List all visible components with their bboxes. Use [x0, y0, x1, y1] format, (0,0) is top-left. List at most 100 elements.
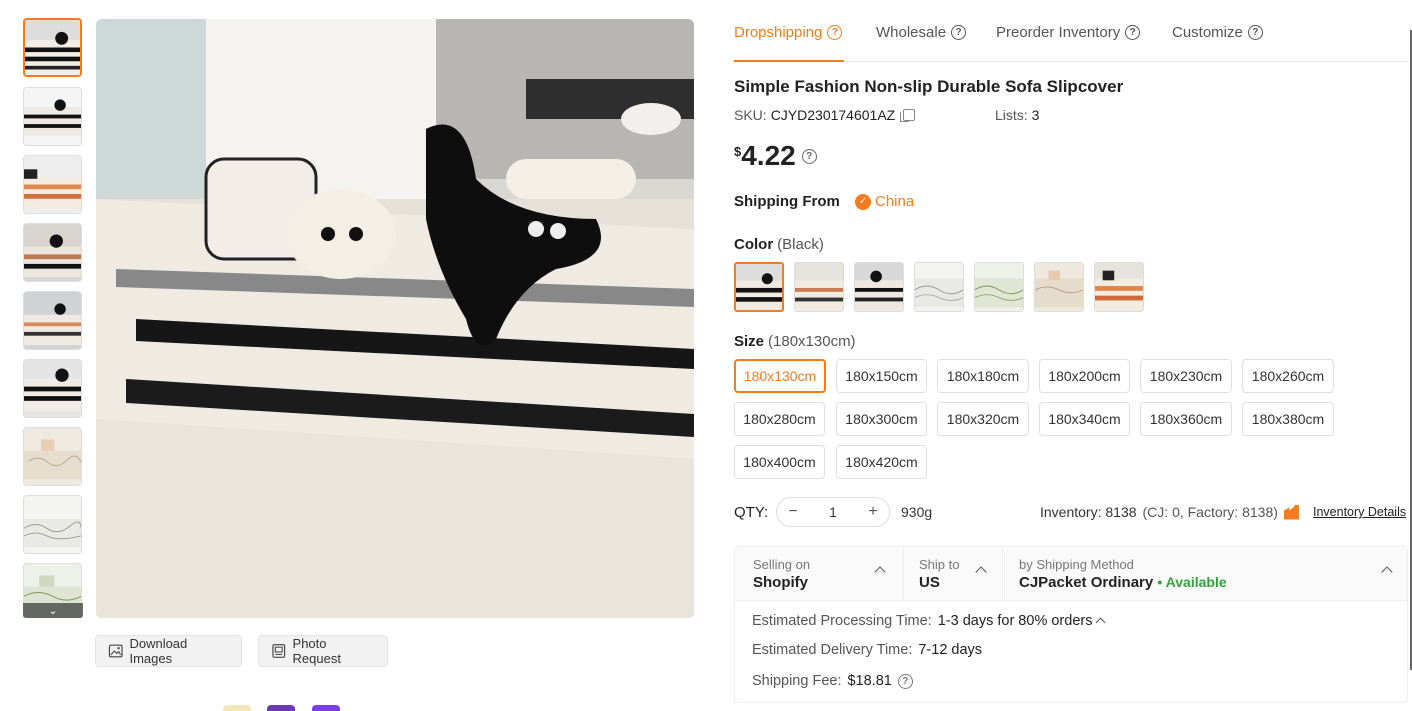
ship-to-label: Ship to	[919, 557, 960, 572]
size-heading: Size (180x130cm)	[734, 333, 856, 350]
qty-label: QTY:	[734, 504, 769, 521]
sku-value: CJYD230174601AZ	[770, 107, 896, 123]
shipping-method-selector[interactable]: by Shipping Method CJPacket Ordinary • A…	[1003, 547, 1407, 601]
size-option[interactable]: 180x230cm	[1140, 359, 1232, 393]
main-product-image[interactable]	[96, 19, 694, 618]
decrease-quantity-button[interactable]: −	[785, 503, 801, 521]
increase-quantity-button[interactable]: +	[865, 503, 881, 521]
tab-label: Preorder Inventory	[996, 23, 1121, 41]
thumbnail-1[interactable]	[23, 18, 82, 77]
inventory-breakdown: (CJ: 0, Factory: 8138)	[1142, 504, 1278, 520]
product-price: $ 4.22 ?	[734, 140, 817, 172]
active-tab-indicator	[734, 60, 844, 62]
chevron-up-icon	[1381, 566, 1393, 578]
color-swatch-6[interactable]	[1034, 262, 1084, 312]
delivery-time-row: Estimated Delivery Time: 7-12 days	[752, 642, 982, 658]
price-help-icon[interactable]: ?	[801, 149, 817, 164]
photo-request-button[interactable]: Photo Request	[258, 635, 388, 667]
price-currency: $	[734, 144, 742, 159]
shipping-fee-label: Shipping Fee:	[752, 673, 842, 689]
lists-value: 3	[1031, 107, 1040, 123]
ship-to-selector[interactable]: Ship to US	[904, 547, 1002, 601]
thumbnail-scroll-down-button[interactable]: ⌄	[23, 603, 83, 618]
inventory-total: Inventory: 8138	[1040, 504, 1137, 520]
processing-time-row: Estimated Processing Time: 1-3 days for 8…	[752, 613, 1106, 629]
quantity-input[interactable]: 1	[829, 504, 837, 520]
quantity-stepper: − 1 +	[776, 497, 890, 527]
thumbnail-8[interactable]	[23, 495, 82, 554]
shipping-from-option[interactable]: ✓ China	[855, 193, 914, 210]
help-icon[interactable]: ?	[1125, 24, 1141, 40]
download-images-label: Download Images	[129, 636, 188, 666]
tab-label: Customize	[1172, 23, 1243, 41]
size-option[interactable]: 180x280cm	[734, 402, 825, 436]
size-label: Size	[734, 333, 765, 350]
shipping-card: Selling on Shopify Ship to US by Shippin…	[734, 546, 1408, 703]
tab-label: Wholesale	[876, 23, 947, 41]
product-weight: 930g	[901, 504, 933, 520]
size-option[interactable]: 180x130cm	[734, 359, 826, 393]
help-icon[interactable]: ?	[827, 24, 843, 40]
shipping-fee-value: $18.81	[847, 673, 892, 689]
selling-on-value: Shopify	[753, 574, 808, 591]
size-option[interactable]: 180x360cm	[1140, 402, 1232, 436]
tab-customize[interactable]: Customize ?	[1172, 22, 1263, 42]
processing-time-label: Estimated Processing Time:	[752, 613, 932, 629]
help-icon[interactable]: ?	[897, 674, 913, 689]
color-swatch-3[interactable]	[854, 262, 904, 312]
shipping-selector-row: Selling on Shopify Ship to US by Shippin…	[735, 547, 1407, 601]
size-option[interactable]: 180x150cm	[836, 359, 927, 393]
ship-to-value: US	[919, 574, 940, 591]
copy-icon[interactable]	[900, 109, 916, 122]
thumbnail-3[interactable]	[23, 155, 82, 214]
size-selected: (180x130cm)	[768, 333, 856, 350]
purchase-mode-tabs: Dropshipping ? Wholesale ? Preorder Inve…	[734, 0, 1408, 62]
size-option[interactable]: 180x180cm	[937, 359, 1029, 393]
product-title: Simple Fashion Non-slip Durable Sofa Sli…	[734, 77, 1124, 96]
shipping-method-label: by Shipping Method	[1019, 557, 1134, 572]
size-option[interactable]: 180x420cm	[836, 445, 927, 479]
color-selected: (Black)	[777, 236, 824, 253]
shipping-from-label: Shipping From	[734, 193, 840, 210]
chevron-up-icon	[975, 566, 987, 578]
color-swatch-5[interactable]	[974, 262, 1024, 312]
help-icon[interactable]: ?	[1247, 24, 1263, 40]
tab-dropshipping[interactable]: Dropshipping ?	[734, 22, 843, 42]
size-option[interactable]: 180x340cm	[1039, 402, 1130, 436]
shipping-from-value: China	[875, 193, 915, 210]
size-option[interactable]: 180x300cm	[836, 402, 927, 436]
image-download-icon	[108, 644, 123, 658]
sku-label: SKU:	[734, 107, 767, 123]
color-label: Color	[734, 236, 774, 253]
help-icon[interactable]: ?	[951, 24, 967, 40]
shipping-method-value: CJPacket Ordinary • Available	[1019, 574, 1227, 591]
color-swatch-7[interactable]	[1094, 262, 1144, 312]
color-swatch-4[interactable]	[914, 262, 964, 312]
thumbnail-2[interactable]	[23, 87, 82, 146]
sku-row: SKU: CJYD230174601AZ	[734, 107, 916, 123]
selling-on-selector[interactable]: Selling on Shopify	[735, 547, 903, 601]
chevron-up-icon[interactable]	[1096, 617, 1106, 628]
thumbnail-6[interactable]	[23, 359, 82, 418]
size-option[interactable]: 180x320cm	[937, 402, 1029, 436]
selling-on-label: Selling on	[753, 557, 811, 572]
color-swatch-black[interactable]	[734, 262, 784, 312]
chevron-up-icon	[874, 566, 886, 578]
inventory-details-link[interactable]: Inventory Details	[1313, 505, 1406, 519]
size-option[interactable]: 180x380cm	[1242, 402, 1334, 436]
download-images-button[interactable]: Download Images	[95, 635, 242, 667]
size-option[interactable]: 180x400cm	[734, 445, 825, 479]
thumbnail-7[interactable]	[23, 427, 82, 486]
thumbnail-strip	[23, 18, 83, 618]
size-option[interactable]: 180x260cm	[1242, 359, 1334, 393]
photo-request-label: Photo Request	[292, 636, 341, 666]
shipping-fee-row: Shipping Fee: $18.81?	[752, 673, 913, 689]
tab-wholesale[interactable]: Wholesale ?	[876, 22, 967, 42]
thumbnail-4[interactable]	[23, 223, 82, 282]
tab-preorder-inventory[interactable]: Preorder Inventory ?	[996, 22, 1141, 42]
size-option[interactable]: 180x200cm	[1039, 359, 1130, 393]
photo-request-icon	[272, 644, 286, 658]
thumbnail-5[interactable]	[23, 291, 82, 350]
color-swatch-2[interactable]	[794, 262, 844, 312]
processing-time-value: 1-3 days for 80% orders	[937, 613, 1093, 629]
